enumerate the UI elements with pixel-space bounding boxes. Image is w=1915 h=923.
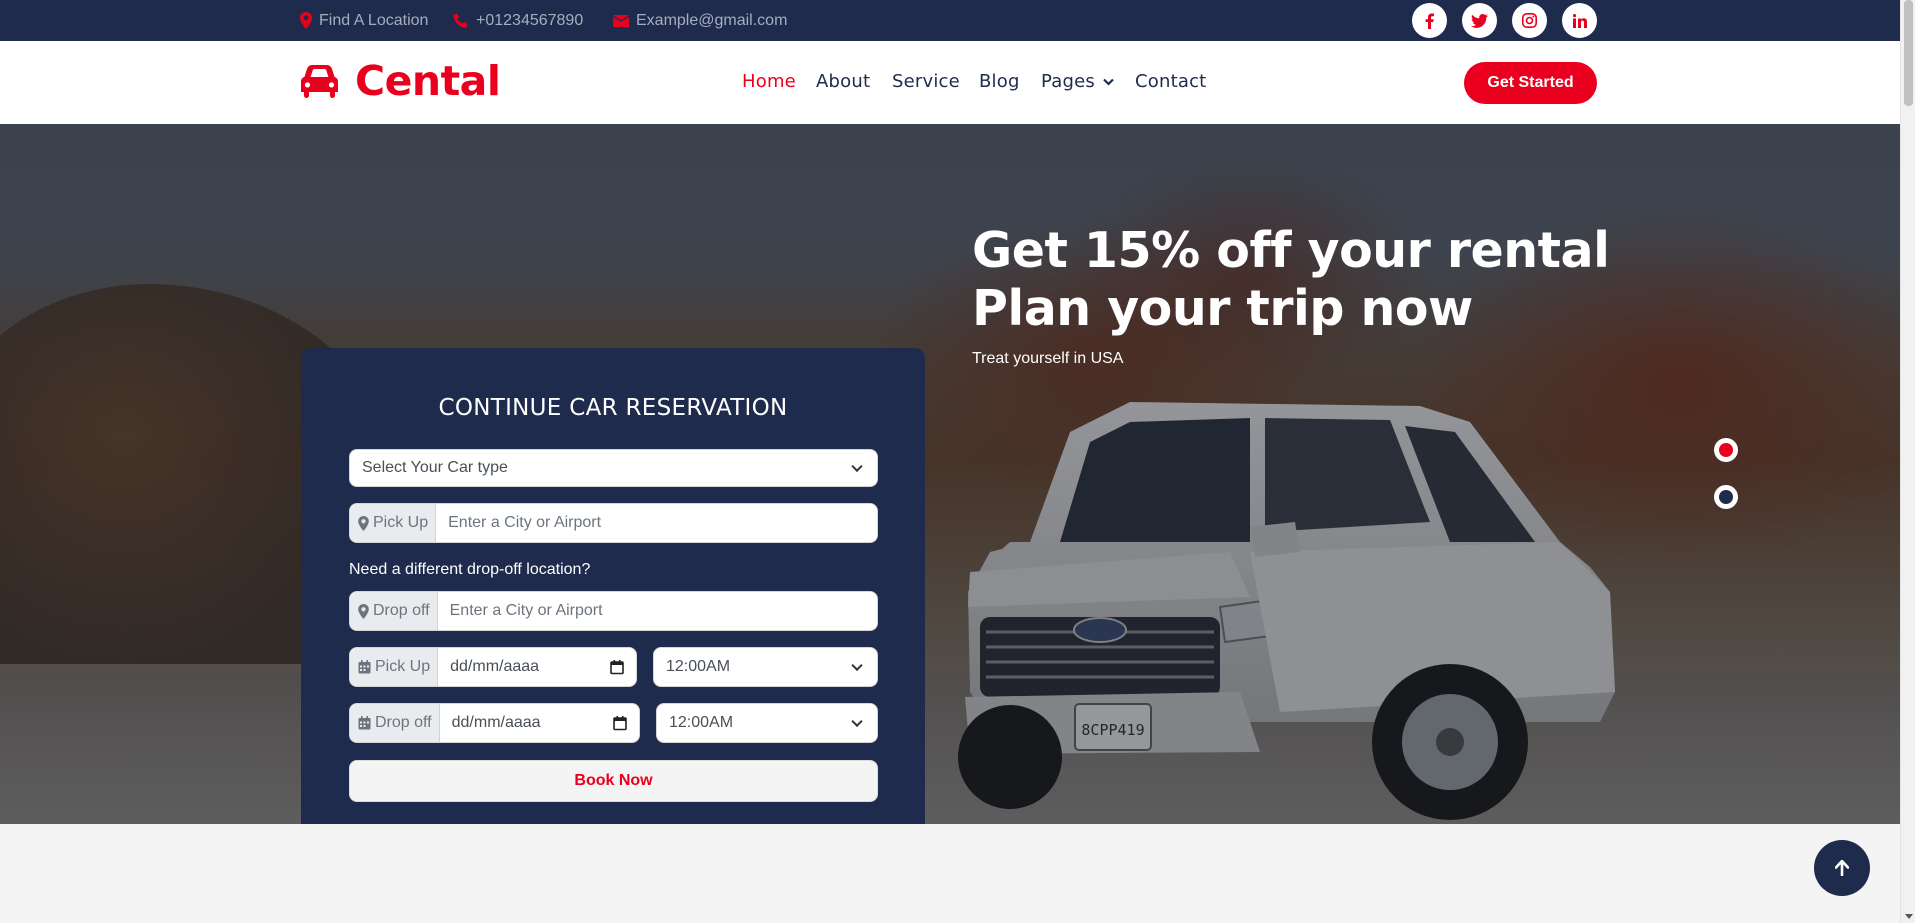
main-navbar: Cental Home About Service Blog Pages Con… [0, 41, 1900, 124]
facebook-button[interactable] [1412, 3, 1447, 38]
nav-pages-dropdown[interactable]: Pages [1041, 71, 1114, 92]
email-text: Example@gmail.com [636, 11, 788, 29]
dropoff-date-input[interactable]: dd/mm/aaaa [440, 704, 639, 742]
chevron-down-icon [851, 659, 863, 672]
chevron-down-icon [851, 715, 863, 728]
hero-carousel: 8CPP419 CONTINUE CAR RESERVATION Select … [0, 124, 1900, 824]
scroll-down-arrow-icon[interactable] [1905, 914, 1913, 919]
find-location-link[interactable]: Find A Location [300, 0, 428, 41]
linkedin-button[interactable] [1562, 3, 1597, 38]
hero-title-line1: Get 15% off your rental [972, 222, 1610, 279]
calendar-icon [358, 660, 371, 674]
dropoff-addon-label: Drop off [373, 602, 430, 619]
carousel-dot-1-active[interactable] [1714, 438, 1738, 462]
dropoff-time-select[interactable]: 12:00AM [656, 703, 878, 743]
pickup-location-input[interactable]: Enter a City or Airport [436, 514, 877, 532]
book-now-button[interactable]: Book Now [349, 760, 878, 802]
car-icon [301, 64, 338, 98]
nav-service[interactable]: Service [892, 71, 960, 92]
envelope-icon [613, 14, 629, 27]
pickup-location-group: Pick Up Enter a City or Airport [349, 503, 878, 543]
nav-pages-label: Pages [1041, 71, 1095, 92]
twitter-icon [1471, 13, 1488, 28]
dropoff-date-addon: Drop off [350, 704, 440, 742]
brand-name: Cental [355, 57, 501, 105]
phone-link[interactable]: +01234567890 [453, 0, 583, 41]
dropoff-date-value: dd/mm/aaaa [451, 714, 541, 731]
arrow-up-icon [1835, 860, 1849, 876]
nav-home[interactable]: Home [742, 71, 796, 92]
pickup-time-select[interactable]: 12:00AM [653, 647, 878, 687]
page-scrollbar[interactable] [1900, 0, 1915, 923]
nav-contact[interactable]: Contact [1135, 71, 1206, 92]
instagram-button[interactable] [1512, 3, 1547, 38]
carousel-dot-2[interactable] [1714, 485, 1738, 509]
scrollbar-thumb[interactable] [1904, 0, 1913, 106]
facebook-icon [1425, 13, 1434, 29]
dropoff-time-value: 12:00AM [669, 714, 734, 731]
twitter-button[interactable] [1462, 3, 1497, 38]
hero-subtitle: Treat yourself in USA [972, 350, 1124, 367]
nav-blog[interactable]: Blog [979, 71, 1020, 92]
email-link[interactable]: Example@gmail.com [613, 0, 787, 41]
pickup-addon-label: Pick Up [373, 514, 429, 531]
dropoff-date-group: Drop off dd/mm/aaaa [349, 703, 640, 743]
hero-dark-overlay [0, 124, 1900, 824]
calendar-picker-icon[interactable] [613, 716, 627, 731]
car-type-select[interactable]: Select Your Car type [349, 449, 878, 487]
map-marker-icon [358, 515, 369, 531]
dropoff-location-group: Drop off Enter a City or Airport [349, 591, 878, 631]
calendar-icon [358, 716, 371, 730]
pickup-time-value: 12:00AM [666, 658, 731, 675]
hero-title-line2: Plan your trip now [972, 280, 1473, 337]
pickup-date-input[interactable]: dd/mm/aaaa [438, 648, 636, 686]
car-type-placeholder: Select Your Car type [362, 459, 508, 476]
hero-title: Get 15% off your rental Plan your trip n… [972, 222, 1610, 338]
brand-logo[interactable]: Cental [300, 57, 501, 105]
get-started-button[interactable]: Get Started [1464, 62, 1597, 104]
calendar-picker-icon[interactable] [610, 660, 624, 675]
dropoff-date-addon-label: Drop off [375, 714, 432, 731]
map-marker-icon [358, 603, 369, 619]
dropoff-addon: Drop off [350, 592, 438, 630]
back-to-top-button[interactable] [1814, 840, 1870, 896]
different-dropoff-label: Need a different drop-off location? [349, 561, 591, 578]
phone-text: +01234567890 [476, 11, 584, 29]
pickup-date-group: Pick Up dd/mm/aaaa [349, 647, 637, 687]
map-marker-icon [300, 12, 312, 29]
location-text: Find A Location [319, 11, 429, 29]
chevron-down-icon [1103, 78, 1114, 86]
dropoff-location-input[interactable]: Enter a City or Airport [438, 602, 877, 620]
instagram-icon [1522, 13, 1537, 28]
top-bar: Find A Location +01234567890 Example@gma… [0, 0, 1900, 41]
phone-icon [453, 13, 468, 28]
linkedin-icon [1572, 13, 1587, 28]
nav-about[interactable]: About [816, 71, 870, 92]
pickup-date-addon: Pick Up [350, 648, 439, 686]
pickup-addon: Pick Up [350, 504, 437, 542]
pickup-date-value: dd/mm/aaaa [450, 658, 540, 675]
reservation-form: CONTINUE CAR RESERVATION Select Your Car… [301, 348, 925, 824]
carousel-dot-fill [1719, 443, 1733, 457]
reservation-title: CONTINUE CAR RESERVATION [438, 395, 788, 421]
carousel-dot-fill [1719, 490, 1733, 504]
pickup-date-addon-label: Pick Up [375, 658, 431, 675]
chevron-down-icon [851, 460, 863, 473]
